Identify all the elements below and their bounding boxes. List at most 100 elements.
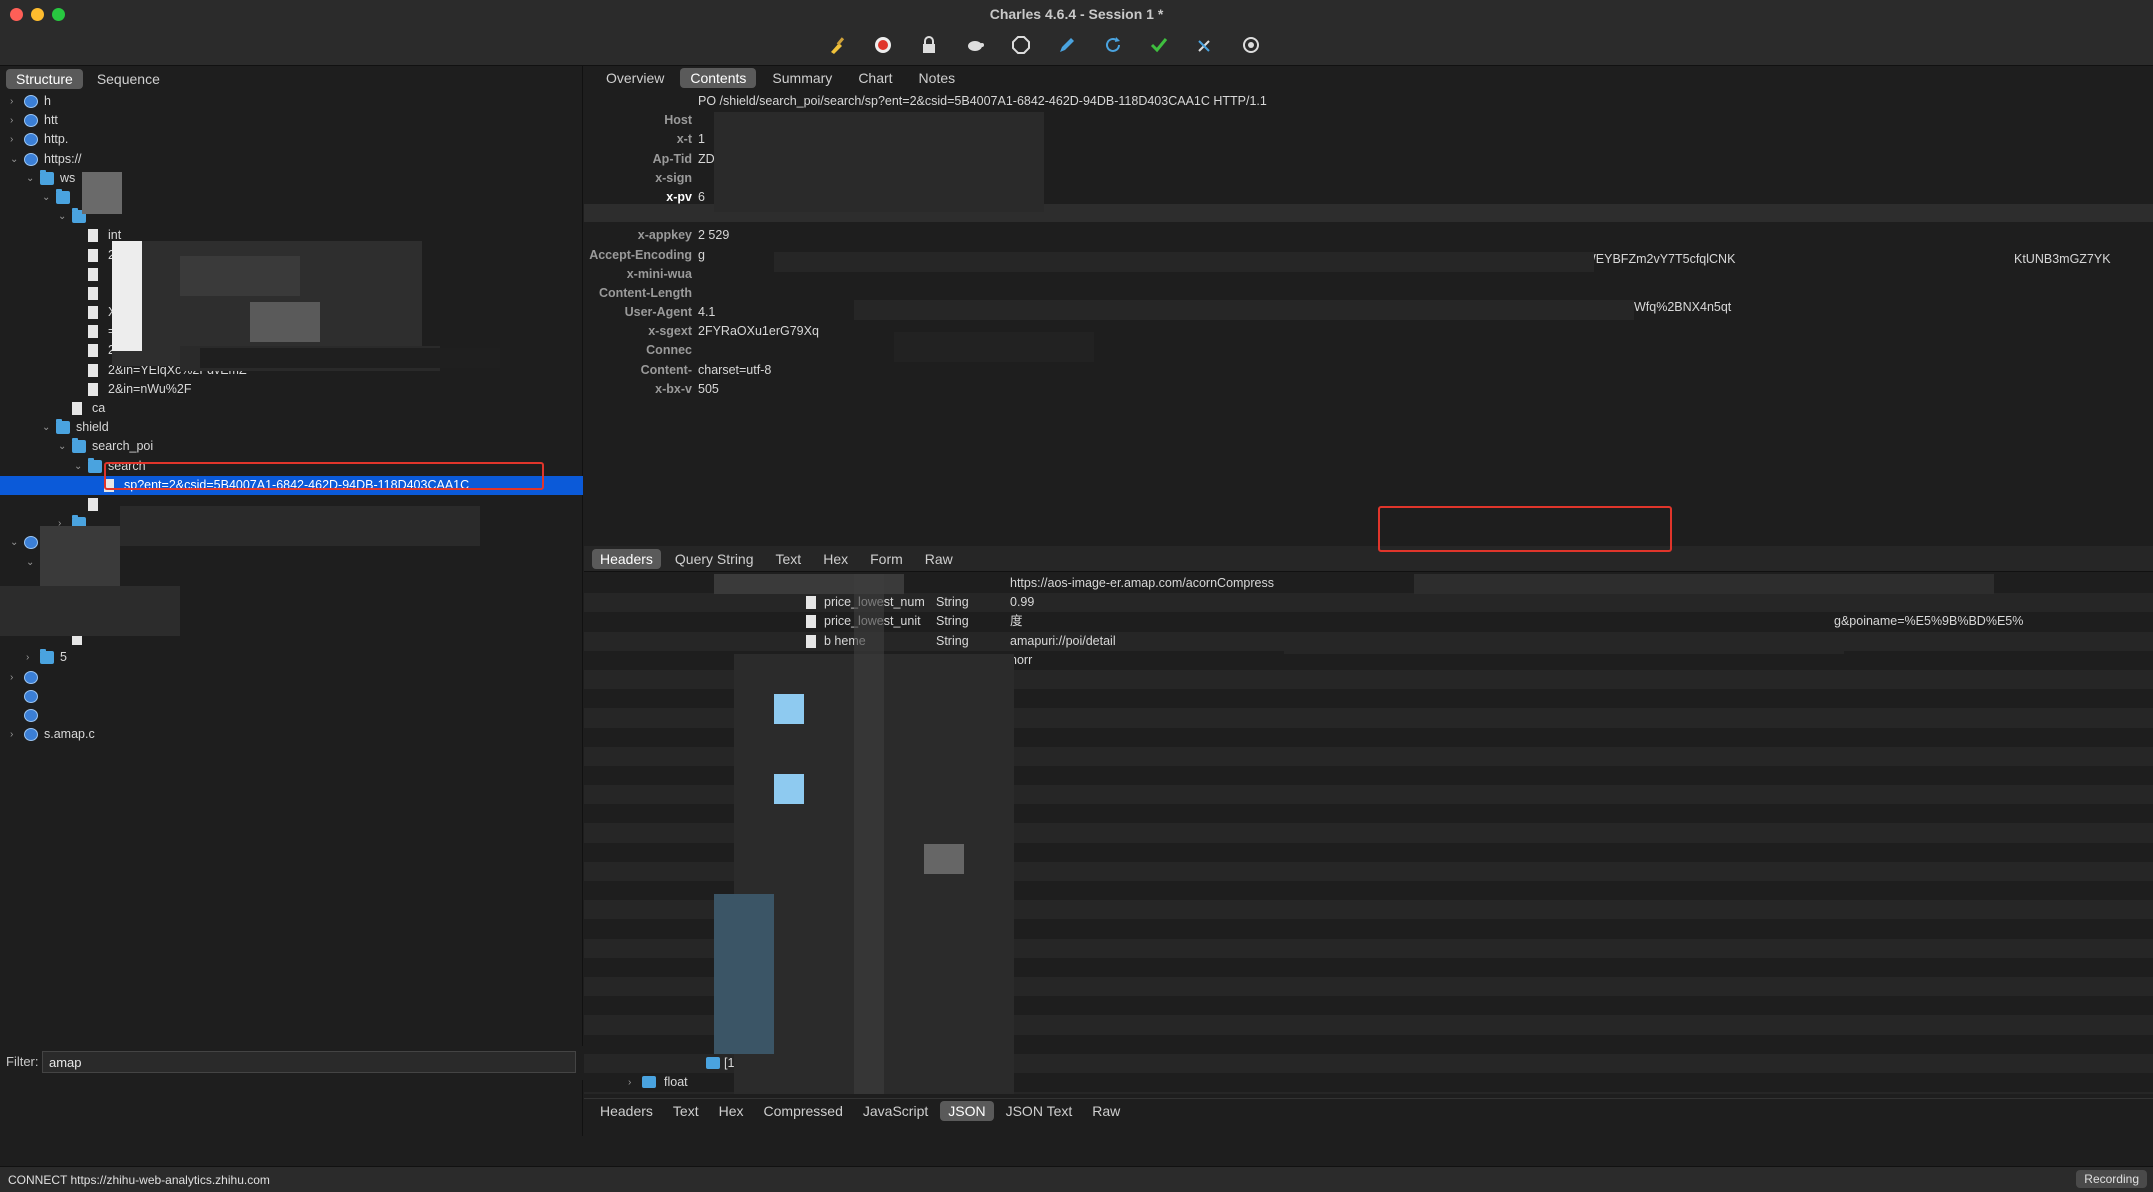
format-tab-text[interactable]: Text xyxy=(665,1101,707,1121)
redacted-block xyxy=(180,256,300,296)
window-title: Charles 4.6.4 - Session 1 * xyxy=(989,6,1164,22)
globe-icon xyxy=(24,95,38,108)
tree-item[interactable]: › xyxy=(0,668,583,687)
settings-icon[interactable] xyxy=(1240,34,1262,56)
format-tab-javascript[interactable]: JavaScript xyxy=(855,1101,936,1121)
format-tab-compressed[interactable]: Compressed xyxy=(756,1101,851,1121)
tools-icon[interactable] xyxy=(1194,34,1216,56)
redacted-block xyxy=(894,332,1094,362)
tree-item[interactable]: › http. xyxy=(0,130,583,149)
chevron-right-icon[interactable]: › xyxy=(10,668,22,687)
file-icon xyxy=(88,344,98,358)
pen-icon[interactable] xyxy=(1056,34,1078,56)
chevron-down-icon[interactable]: ⌄ xyxy=(26,169,38,188)
chevron-right-icon[interactable]: › xyxy=(26,648,38,667)
chevron-right-icon[interactable]: › xyxy=(10,130,22,149)
tree-item[interactable]: ⌄ search_poi xyxy=(0,437,583,456)
chevron-down-icon[interactable]: ⌄ xyxy=(10,150,22,169)
chevron-down-icon[interactable]: ⌄ xyxy=(58,207,70,226)
chevron-down-icon[interactable]: ⌄ xyxy=(42,418,54,437)
tree-item[interactable]: › s.amap.c xyxy=(0,725,583,744)
chevron-down-icon[interactable]: ⌄ xyxy=(10,533,22,552)
globe-icon xyxy=(24,152,38,166)
file-icon xyxy=(88,306,98,320)
tree-item[interactable] xyxy=(0,687,583,706)
redacted-block xyxy=(774,774,804,804)
tree-item[interactable]: ⌄ https:// xyxy=(0,150,583,169)
tree-item-label: 5 xyxy=(60,650,67,665)
format-tab-headers[interactable]: Headers xyxy=(592,1101,661,1121)
tree-item[interactable]: ca xyxy=(0,399,583,418)
folder-icon xyxy=(40,169,54,185)
redacted-block xyxy=(1414,574,1994,594)
tree-item[interactable]: › htt xyxy=(0,111,583,130)
record-icon[interactable] xyxy=(872,34,894,56)
filter-bar: Filter: xyxy=(0,1046,583,1080)
subtab-form[interactable]: Form xyxy=(862,549,911,569)
subtab-hex[interactable]: Hex xyxy=(815,549,856,569)
tree-item-label: ws xyxy=(60,170,76,185)
broom-icon[interactable] xyxy=(826,34,848,56)
tab-summary[interactable]: Summary xyxy=(762,68,842,88)
format-tab-hex[interactable]: Hex xyxy=(711,1101,752,1121)
subtab-raw[interactable]: Raw xyxy=(917,549,961,569)
header-row[interactable]: x-bx-v 505 xyxy=(584,380,2153,399)
request-sub-tabs: Headers Query String Text Hex Form Raw xyxy=(584,546,2153,572)
chevron-down-icon[interactable]: ⌄ xyxy=(74,457,86,476)
status-text: CONNECT https://zhihu-web-analytics.zhih… xyxy=(8,1173,270,1187)
tree-item[interactable]: ⌄ shield xyxy=(0,418,583,437)
stop-icon[interactable] xyxy=(1010,34,1032,56)
filter-input[interactable] xyxy=(42,1051,576,1073)
chevron-right-icon[interactable]: › xyxy=(628,1092,631,1094)
response-format-tabs: Headers Text Hex Compressed JavaScript JSON JS… xyxy=(584,1098,2153,1122)
lock-icon[interactable] xyxy=(918,34,940,56)
chevron-right-icon[interactable]: › xyxy=(10,92,22,111)
tab-structure[interactable]: Structure xyxy=(6,69,83,89)
tree-item-label: search_poi xyxy=(92,439,154,454)
tab-contents[interactable]: Contents xyxy=(680,68,757,88)
request-headers-panel: PO /shield/search_poi/search/sp?ent=2&cs… xyxy=(584,92,2153,542)
redacted-block xyxy=(854,574,884,1094)
redacted-block xyxy=(40,526,120,586)
header-row[interactable]: x-sgext 2FYRaOXu1erG79Xq xyxy=(584,322,2153,341)
format-tab-json-text[interactable]: JSON Text xyxy=(998,1101,1081,1121)
redacted-block xyxy=(82,172,122,214)
subtab-headers[interactable]: Headers xyxy=(592,548,661,569)
chevron-down-icon[interactable]: ⌄ xyxy=(42,188,54,207)
refresh-icon[interactable] xyxy=(1102,34,1124,56)
chevron-down-icon[interactable]: ⌄ xyxy=(58,437,70,456)
json-row[interactable]: price_lowest_numString0.99 xyxy=(584,593,2153,613)
file-icon xyxy=(806,634,816,648)
tree-item[interactable]: 2&in=nWu%2F xyxy=(0,380,583,399)
chevron-right-icon[interactable]: › xyxy=(10,725,22,744)
tab-notes[interactable]: Notes xyxy=(909,68,966,88)
tab-chart[interactable]: Chart xyxy=(848,68,902,88)
status-bar: CONNECT https://zhihu-web-analytics.zhih… xyxy=(0,1166,2153,1192)
format-tab-json[interactable]: JSON xyxy=(940,1100,994,1121)
header-key: x-sgext xyxy=(648,324,692,339)
tree-item[interactable]: › 5 xyxy=(0,648,583,667)
subtab-text[interactable]: Text xyxy=(768,549,810,569)
header-row[interactable]: Connec xyxy=(584,341,2153,360)
header-row[interactable]: Content- charset=utf-8 xyxy=(584,361,2153,380)
json-key: coupon_info xyxy=(664,1092,732,1094)
format-tab-raw[interactable]: Raw xyxy=(1084,1101,1128,1121)
redacted-block xyxy=(250,302,320,342)
header-row[interactable]: x-appkey 2 529 xyxy=(584,226,2153,245)
json-type: String xyxy=(936,614,969,629)
tree-item[interactable]: › h xyxy=(0,92,583,111)
tree-item[interactable] xyxy=(0,706,583,725)
tab-sequence[interactable]: Sequence xyxy=(87,69,170,89)
file-icon xyxy=(88,286,98,300)
chevron-right-icon[interactable]: › xyxy=(628,1073,631,1092)
subtab-query-string[interactable]: Query String xyxy=(667,549,762,569)
tree-item-label: https:// xyxy=(44,151,82,166)
tab-overview[interactable]: Overview xyxy=(596,68,674,88)
check-icon[interactable] xyxy=(1148,34,1170,56)
chevron-down-icon[interactable]: ⌄ xyxy=(26,553,38,572)
turtle-icon[interactable] xyxy=(964,34,986,56)
folder-icon xyxy=(72,438,86,454)
chevron-right-icon[interactable]: › xyxy=(10,111,22,130)
recording-badge[interactable]: Recording xyxy=(2076,1170,2147,1188)
redacted-block xyxy=(714,112,1044,212)
